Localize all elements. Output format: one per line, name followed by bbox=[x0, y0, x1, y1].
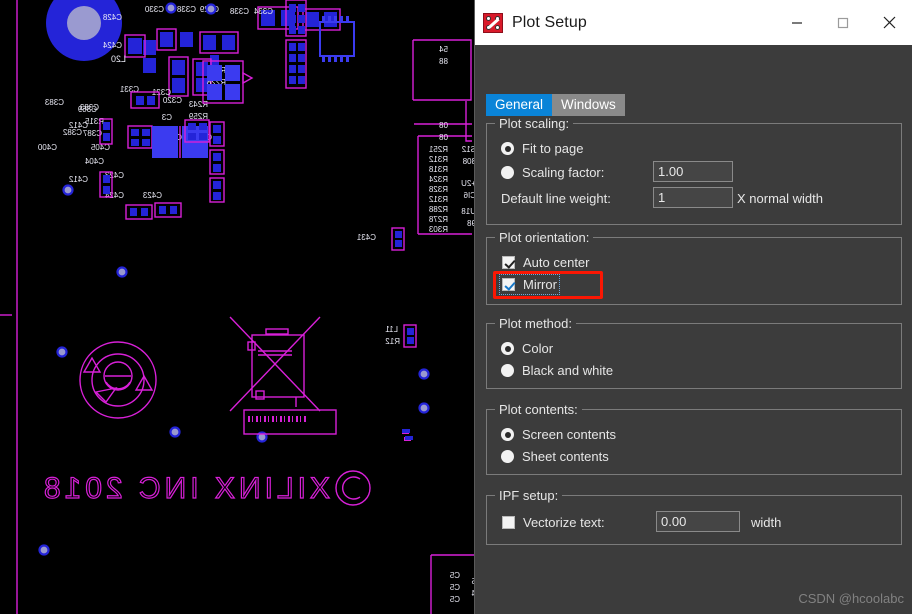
radio-black-and-white-label: Black and white bbox=[522, 363, 614, 378]
tabstrip: General Windows bbox=[486, 94, 625, 116]
checkbox-vectorize-text[interactable]: Vectorize text: bbox=[502, 515, 605, 530]
default-line-weight-input[interactable] bbox=[653, 187, 733, 208]
group-plot-contents: Plot contents: bbox=[486, 402, 902, 475]
svg-text:C5: C5 bbox=[449, 571, 460, 580]
radio-color[interactable]: Color bbox=[501, 341, 553, 356]
svg-text:C334: C334 bbox=[253, 7, 273, 16]
tab-general[interactable]: General bbox=[486, 94, 553, 116]
svg-text:C382: C382 bbox=[62, 128, 82, 137]
group-plot-scaling-title: Plot scaling: bbox=[495, 116, 574, 131]
checkbox-mirror[interactable]: Mirror bbox=[499, 274, 560, 295]
svg-text:C404: C404 bbox=[84, 157, 104, 166]
default-line-weight-label: Default line weight: bbox=[501, 191, 611, 206]
svg-text:08: 08 bbox=[439, 133, 448, 142]
checkbox-mirror-label: Mirror bbox=[523, 277, 557, 292]
svg-text:R303: R303 bbox=[428, 225, 448, 234]
group-plot-orientation: Plot orientation: bbox=[486, 230, 902, 305]
svg-text:R243: R243 bbox=[188, 100, 208, 109]
svg-text:R324: R324 bbox=[428, 175, 448, 184]
radio-screen-contents[interactable]: Screen contents bbox=[501, 427, 616, 442]
screen: .mag { stroke:#d820d8; fill:none; stroke… bbox=[0, 0, 912, 614]
radio-color-indicator[interactable] bbox=[501, 342, 514, 355]
svg-text:R12: R12 bbox=[385, 337, 400, 346]
radio-fit-to-page-indicator[interactable] bbox=[501, 142, 514, 155]
checkbox-vectorize-text-label: Vectorize text: bbox=[523, 515, 605, 530]
normal-width-suffix-label: X normal width bbox=[737, 191, 823, 206]
svg-text:08: 08 bbox=[439, 121, 448, 130]
svg-text:C412: C412 bbox=[68, 175, 88, 184]
window-controls bbox=[774, 0, 912, 45]
radio-scaling-factor[interactable]: Scaling factor: bbox=[501, 165, 604, 180]
svg-text:C338: C338 bbox=[176, 5, 196, 14]
svg-text:R318: R318 bbox=[428, 165, 448, 174]
radio-sheet-contents[interactable]: Sheet contents bbox=[501, 449, 609, 464]
plot-setup-dialog: Plot Setup General Windows Plot scaling:… bbox=[474, 0, 912, 614]
dialog-titlebar[interactable]: Plot Setup bbox=[475, 0, 912, 45]
svg-text:C3: C3 bbox=[161, 113, 172, 122]
scaling-factor-input[interactable] bbox=[653, 161, 733, 182]
default-line-weight-row: Default line weight: bbox=[501, 191, 611, 206]
svg-text:C369: C369 bbox=[77, 105, 97, 114]
close-button[interactable] bbox=[866, 0, 912, 45]
radio-screen-contents-indicator[interactable] bbox=[501, 428, 514, 441]
svg-text:R278: R278 bbox=[428, 215, 448, 224]
checkbox-mirror-indicator[interactable] bbox=[502, 278, 515, 291]
svg-text:88: 88 bbox=[439, 57, 448, 66]
svg-text:C5: C5 bbox=[449, 583, 460, 592]
dialog-title: Plot Setup bbox=[512, 13, 587, 31]
radio-fit-to-page-label: Fit to page bbox=[522, 141, 584, 156]
vectorize-text-input[interactable] bbox=[656, 511, 740, 532]
svg-text:R312: R312 bbox=[428, 155, 448, 164]
dialog-body: General Windows Plot scaling: Fit to pag… bbox=[475, 45, 912, 614]
svg-text:XILINX INC 2018: XILINX INC 2018 bbox=[40, 472, 330, 505]
radio-sheet-contents-indicator[interactable] bbox=[501, 450, 514, 463]
radio-fit-to-page[interactable]: Fit to page bbox=[501, 141, 583, 156]
svg-text:C383: C383 bbox=[44, 98, 64, 107]
svg-text:L11: L11 bbox=[385, 325, 398, 334]
svg-text:C5: C5 bbox=[449, 595, 460, 604]
plot-setup-icon bbox=[483, 12, 503, 33]
radio-sheet-contents-label: Sheet contents bbox=[522, 449, 609, 464]
watermark: CSDN @hcoolabc bbox=[798, 591, 904, 606]
svg-text:C320: C320 bbox=[162, 96, 182, 105]
checkbox-auto-center[interactable]: Auto center bbox=[502, 255, 590, 270]
svg-text:C431: C431 bbox=[356, 233, 376, 242]
radio-scaling-factor-indicator[interactable] bbox=[501, 166, 514, 179]
minimize-button[interactable] bbox=[774, 0, 820, 45]
checkbox-vectorize-text-indicator[interactable] bbox=[502, 516, 515, 529]
svg-text:R312: R312 bbox=[428, 195, 448, 204]
radio-color-label: Color bbox=[522, 341, 554, 356]
group-plot-orientation-title: Plot orientation: bbox=[495, 230, 594, 245]
svg-text:R328: R328 bbox=[428, 185, 448, 194]
group-ipf-setup-title: IPF setup: bbox=[495, 488, 563, 503]
group-plot-contents-title: Plot contents: bbox=[495, 402, 582, 417]
svg-text:R288: R288 bbox=[428, 205, 448, 214]
radio-scaling-factor-label: Scaling factor: bbox=[522, 165, 605, 180]
svg-text:C423: C423 bbox=[142, 191, 162, 200]
radio-black-and-white[interactable]: Black and white bbox=[501, 363, 613, 378]
checkbox-auto-center-label: Auto center bbox=[523, 255, 590, 270]
group-plot-method: Plot method: bbox=[486, 316, 902, 389]
checkbox-auto-center-indicator[interactable] bbox=[502, 256, 515, 269]
svg-text:C338: C338 bbox=[229, 7, 249, 16]
svg-text:L20: L20 bbox=[111, 54, 126, 64]
svg-text:R251: R251 bbox=[428, 145, 448, 154]
svg-text:C330: C330 bbox=[144, 5, 164, 14]
svg-text:C400: C400 bbox=[37, 143, 57, 152]
radio-screen-contents-label: Screen contents bbox=[522, 427, 616, 442]
maximize-button[interactable] bbox=[820, 0, 866, 45]
svg-text:54: 54 bbox=[439, 45, 448, 54]
group-plot-method-title: Plot method: bbox=[495, 316, 576, 331]
svg-text:C387: C387 bbox=[82, 129, 102, 138]
svg-text:C424: C424 bbox=[102, 41, 122, 50]
svg-text:C428: C428 bbox=[102, 13, 122, 22]
radio-black-and-white-indicator[interactable] bbox=[501, 364, 514, 377]
vectorize-width-suffix-label: width bbox=[751, 515, 782, 530]
tab-windows[interactable]: Windows bbox=[552, 94, 625, 116]
